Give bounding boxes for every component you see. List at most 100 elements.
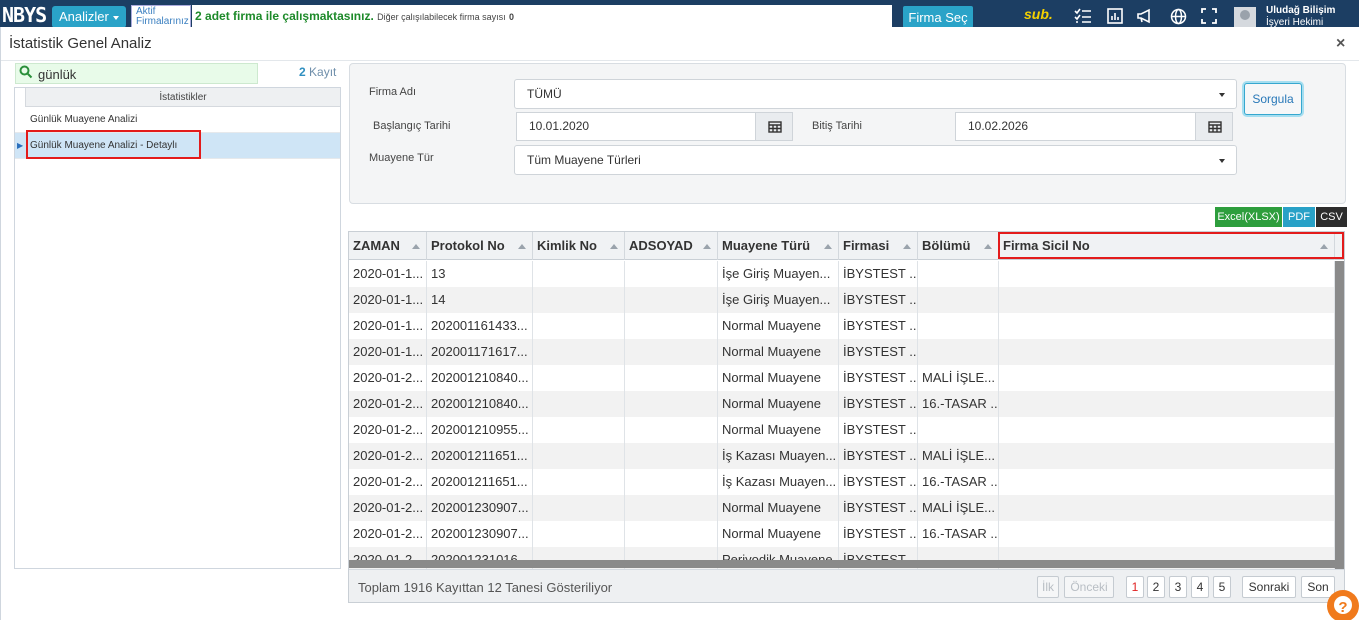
table-cell: 202001210840... [427,365,533,391]
column-header[interactable]: ZAMAN [349,232,427,260]
close-icon[interactable]: × [1336,35,1345,53]
list-item-gunluk-muayene[interactable]: Günlük Muayene Analizi [15,107,340,133]
column-header-label: Muayene Türü [722,238,811,253]
sort-icon[interactable] [984,244,992,249]
table-cell [999,365,1335,391]
export-csv-button[interactable]: CSV [1316,207,1347,227]
baslangic-calendar-button[interactable] [755,112,793,141]
column-header[interactable]: Muayene Türü [718,232,839,260]
table-cell [533,391,625,417]
table-cell: İBYSTEST ... [839,287,918,313]
pager-page-5[interactable]: 5 [1213,576,1231,598]
column-header[interactable]: Bölümü [918,232,999,260]
baslangic-tarihi-input[interactable]: 10.01.2020 [516,112,756,141]
sort-icon[interactable] [824,244,832,249]
table-cell [625,417,718,443]
search-icon [19,65,33,79]
help-button[interactable]: ? [1327,590,1359,620]
table-row[interactable]: 2020-01-1... 14 İşe Giriş Muayen... İBYSTES… [349,287,1335,313]
column-header[interactable]: Protokol No [427,232,533,260]
column-header[interactable]: Firma Sicil No [999,232,1335,260]
sort-icon[interactable] [903,244,911,249]
table-row[interactable]: 2020-01-2... 202001230907... Normal Muayen… [349,521,1335,547]
table-cell: 202001210955... [427,417,533,443]
bitis-tarihi-input[interactable]: 10.02.2026 [955,112,1196,141]
tasks-icon[interactable] [1074,8,1092,24]
firma-sec-button[interactable]: Firma Seç [903,6,973,28]
column-header-label: Kimlik No [537,238,597,253]
table-cell: 2020-01-2... [349,417,427,443]
table-cell: İş Kazası Muayen... [718,469,839,495]
table-cell: 13 [427,261,533,287]
column-header-label: ADSOYAD [629,238,693,253]
table-cell: İBYSTEST ... [839,443,918,469]
table-cell: Normal Muayene [718,495,839,521]
table-cell: İBYSTEST ... [839,313,918,339]
statistics-search-input[interactable]: günlük [15,63,258,84]
table-cell: Normal Muayene [718,521,839,547]
export-pdf-button[interactable]: PDF [1283,207,1315,227]
user-name-text: Uludağ Bilişim [1266,5,1336,16]
muayene-tur-select[interactable]: Tüm Muayene Türleri [514,145,1237,175]
table-row[interactable]: 2020-01-2... 202001210955... Normal Muayen… [349,417,1335,443]
table-cell [533,365,625,391]
megaphone-icon[interactable] [1136,8,1154,24]
chart-icon[interactable] [1106,8,1124,24]
table-cell: İşe Giriş Muayen... [718,287,839,313]
question-icon: ? [1338,599,1348,616]
sort-icon[interactable] [412,244,420,249]
analizler-menu-button[interactable]: Analizler [52,6,126,28]
sorgula-button[interactable]: Sorgula [1244,83,1302,115]
column-header[interactable]: Firmasi [839,232,918,260]
aktif-firmalar-box[interactable]: Aktif Firmalarınız [131,5,191,28]
table-row[interactable]: 2020-01-2... 202001211651... İş Kazası Mua… [349,443,1335,469]
pager-page-3[interactable]: 3 [1169,576,1187,598]
table-cell: İBYSTEST ... [839,469,918,495]
table-row[interactable]: 2020-01-2... 202001210840... Normal Muayen… [349,365,1335,391]
column-header-label: Firmasi [843,238,890,253]
pager-page-2[interactable]: 2 [1147,576,1165,598]
vertical-scrollbar[interactable] [1335,261,1344,569]
column-header[interactable]: Kimlik No [533,232,625,260]
bitis-calendar-button[interactable] [1195,112,1233,141]
table-cell: İş Kazası Muayen... [718,443,839,469]
column-header[interactable]: ADSOYAD [625,232,718,260]
sort-icon[interactable] [1320,244,1328,249]
table-cell [533,443,625,469]
table-row[interactable]: 2020-01-1... 13 İşe Giriş Muayen... İBYSTES… [349,261,1335,287]
table-cell: 202001210840... [427,391,533,417]
sort-icon[interactable] [703,244,711,249]
table-row[interactable]: 2020-01-2... 202001211651... İş Kazası Mua… [349,469,1335,495]
table-cell: Normal Muayene [718,313,839,339]
table-row[interactable]: 2020-01-1... 202001161433... Normal Muayen… [349,313,1335,339]
table-cell [999,287,1335,313]
grid-body: 2020-01-1... 13 İşe Giriş Muayen... İBYSTES… [349,261,1335,569]
muayene-tur-value: Tüm Muayene Türleri [527,153,641,167]
user-name[interactable]: Uludağ Bilişim İşyeri Hekimi [1266,5,1335,29]
table-cell [625,339,718,365]
grid-summary: Toplam 1916 Kayıttan 12 Tanesi Gösterili… [358,580,613,595]
pager-page-1[interactable]: 1 [1126,576,1144,598]
table-cell [918,287,999,313]
table-row[interactable]: 2020-01-2... 202001210840... Normal Muayen… [349,391,1335,417]
table-cell: 2020-01-2... [349,469,427,495]
table-row[interactable]: 2020-01-1... 202001171617... Normal Muayen… [349,339,1335,365]
table-cell: 202001230907... [427,495,533,521]
grid-header: ZAMAN Protokol No Kimlik No ADSOYAD Muayene … [349,232,1344,260]
globe-icon[interactable] [1169,8,1187,25]
pager-page-4[interactable]: 4 [1191,576,1209,598]
user-avatar[interactable] [1234,7,1256,27]
list-item-gunluk-muayene-detayli[interactable]: ▶ Günlük Muayene Analizi - Detaylı [15,133,340,159]
export-excel-button[interactable]: Excel(XLSX) [1215,207,1282,227]
sort-icon[interactable] [610,244,618,249]
fullscreen-icon[interactable] [1200,8,1218,24]
table-row[interactable]: 2020-01-2... 202001230907... Normal Muayen… [349,495,1335,521]
firma-adi-select[interactable]: TÜMÜ [514,79,1237,109]
pager-first-button[interactable]: İlk [1037,576,1059,598]
horizontal-scrollbar[interactable] [349,560,1344,568]
table-cell: 16.-TASAR ... [918,521,999,547]
sort-icon[interactable] [518,244,526,249]
pager-next-button[interactable]: Sonraki [1242,576,1296,598]
table-cell: İBYSTEST ... [839,391,918,417]
pager-prev-button[interactable]: Önceki [1064,576,1114,598]
